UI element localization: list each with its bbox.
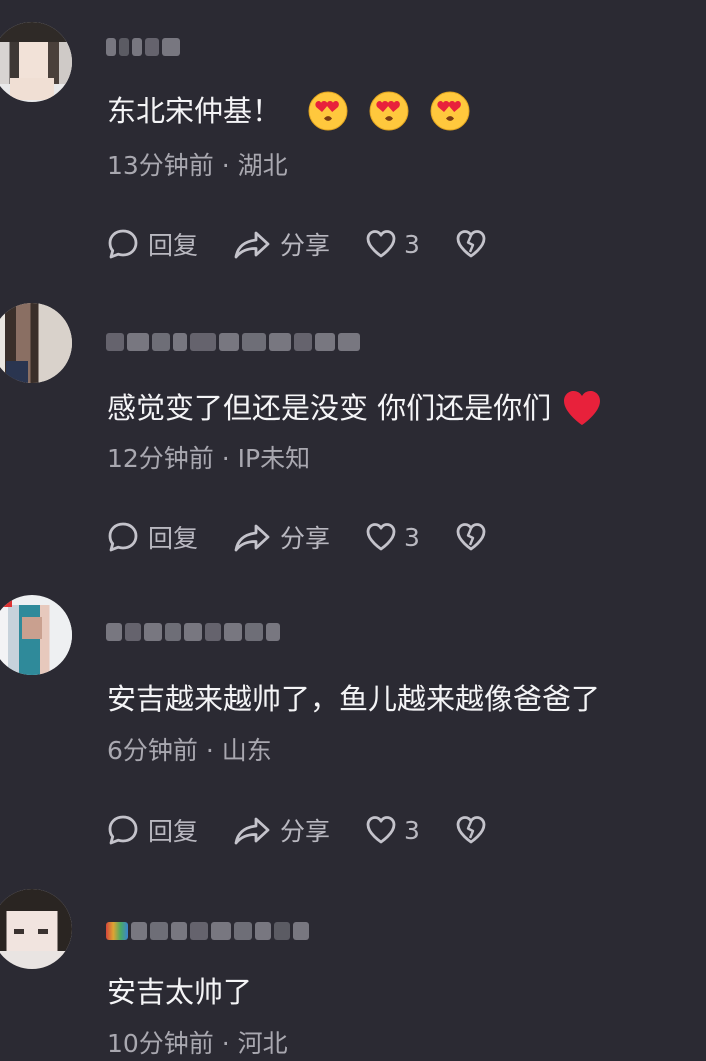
comment-location: IP未知 <box>237 444 311 473</box>
dislike-button[interactable] <box>454 520 488 554</box>
username[interactable] <box>106 918 309 944</box>
meta-separator: · <box>213 1029 238 1058</box>
dislike-button[interactable] <box>454 813 488 847</box>
share-label: 分享 <box>280 231 331 260</box>
comment-actions: 回复 分享 3 <box>106 812 522 848</box>
comment-meta: 6分钟前 · 山东 <box>107 734 272 768</box>
reply-label: 回复 <box>148 524 199 553</box>
comment-location: 山东 <box>221 736 272 765</box>
like-button[interactable]: 3 <box>364 227 420 261</box>
heart-eyes-emoji-icon <box>368 90 410 132</box>
comment-meta: 12分钟前 · IP未知 <box>107 442 310 476</box>
dislike-button[interactable] <box>454 227 488 261</box>
heart-eyes-emoji-icon <box>307 90 349 132</box>
heart-eyes-emoji-icon <box>429 90 471 132</box>
like-button[interactable]: 3 <box>364 520 420 554</box>
like-count: 3 <box>404 522 420 552</box>
share-arrow-icon <box>232 520 272 554</box>
share-arrow-icon <box>232 813 272 847</box>
broken-heart-icon <box>454 227 488 261</box>
meta-separator: · <box>213 444 238 473</box>
avatar[interactable] <box>0 303 72 383</box>
comment-location: 湖北 <box>237 151 288 180</box>
share-button[interactable]: 分享 <box>232 519 330 555</box>
comment-time: 13分钟前 <box>107 151 214 180</box>
reply-button[interactable]: 回复 <box>106 812 198 848</box>
comment-time: 12分钟前 <box>107 444 214 473</box>
like-count: 3 <box>404 815 420 845</box>
like-button[interactable]: 3 <box>364 813 420 847</box>
comment-text: 东北宋仲基！ <box>107 90 471 132</box>
comment-text-content: 东北宋仲基！ <box>107 94 282 128</box>
comment-actions: 回复 分享 3 <box>106 519 522 555</box>
username[interactable] <box>106 619 280 645</box>
comment-time: 6分钟前 <box>107 736 198 765</box>
avatar[interactable] <box>0 889 72 969</box>
broken-heart-icon <box>454 520 488 554</box>
username[interactable] <box>106 34 180 60</box>
avatar[interactable] <box>0 595 72 675</box>
share-arrow-icon <box>232 227 272 261</box>
broken-heart-icon <box>454 813 488 847</box>
share-button[interactable]: 分享 <box>232 812 330 848</box>
heart-icon <box>364 813 398 847</box>
comment-text: 感觉变了但还是没变 你们还是你们 <box>107 388 603 428</box>
comment-bubble-icon <box>106 520 140 554</box>
comment-bubble-icon <box>106 813 140 847</box>
red-heart-emoji-icon <box>561 388 603 428</box>
like-count: 3 <box>404 229 420 259</box>
comment-item: 安吉太帅了 10分钟前 · 河北 <box>0 875 706 1060</box>
comment-location: 河北 <box>237 1029 288 1058</box>
comment-actions: 回复 分享 3 <box>106 226 522 262</box>
reply-label: 回复 <box>148 231 199 260</box>
share-label: 分享 <box>280 524 331 553</box>
share-button[interactable]: 分享 <box>232 226 330 262</box>
comment-text: 安吉太帅了 <box>107 972 252 1012</box>
reply-label: 回复 <box>148 817 199 846</box>
heart-icon <box>364 227 398 261</box>
meta-separator: · <box>213 151 238 180</box>
share-label: 分享 <box>280 817 331 846</box>
heart-icon <box>364 520 398 554</box>
comment-text: 安吉越来越帅了，鱼儿越来越像爸爸了 <box>107 679 600 719</box>
reply-button[interactable]: 回复 <box>106 226 198 262</box>
comment-meta: 13分钟前 · 湖北 <box>107 149 288 183</box>
comment-text-content: 感觉变了但还是没变 你们还是你们 <box>107 391 552 425</box>
avatar[interactable] <box>0 22 72 102</box>
comment-text-content: 安吉越来越帅了，鱼儿越来越像爸爸了 <box>107 682 601 716</box>
reply-button[interactable]: 回复 <box>106 519 198 555</box>
comment-text-content: 安吉太帅了 <box>107 975 253 1009</box>
comment-time: 10分钟前 <box>107 1029 214 1058</box>
comment-item: 安吉越来越帅了，鱼儿越来越像爸爸了 6分钟前 · 山东 回复 分享 3 <box>0 583 706 875</box>
username[interactable] <box>106 329 360 355</box>
comment-item: 东北宋仲基！ 13分钟前 · 湖北 回复 分享 3 <box>0 0 706 290</box>
comment-item: 感觉变了但还是没变 你们还是你们 12分钟前 · IP未知 回复 分享 3 <box>0 290 706 583</box>
comment-bubble-icon <box>106 227 140 261</box>
comment-meta: 10分钟前 · 河北 <box>107 1027 288 1061</box>
meta-separator: · <box>197 736 222 765</box>
